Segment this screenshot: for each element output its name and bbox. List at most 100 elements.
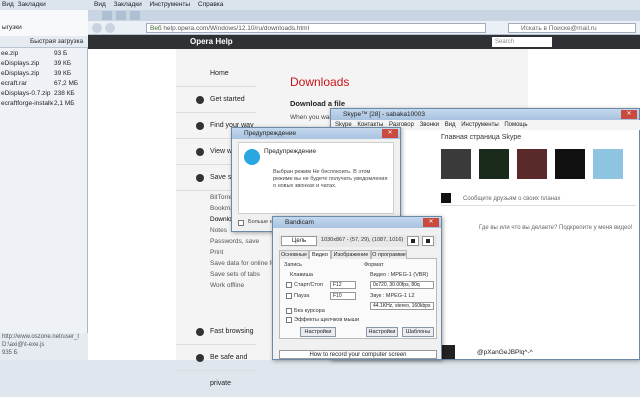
nav-bullet-icon [196,148,204,156]
status-url: http://www.oszone.net/user_t [2,334,80,340]
bandicam-titlebar[interactable]: Bandicam [273,217,441,228]
record-settings-button[interactable]: Настройки [300,327,336,337]
skype-menu-calls[interactable]: Звонки [420,122,439,128]
profile-icon [441,193,451,203]
stop-button[interactable] [422,236,434,246]
tab-general[interactable]: Основные [279,250,309,259]
skype-menu-tools[interactable]: Инструменты [461,122,498,128]
start-stop-label: Старт/Стоп [294,282,323,288]
record-button[interactable] [407,236,419,246]
address-bar: Веб help.opera.com/Windows/12.10/ru/down… [88,21,640,35]
nav-item[interactable]: Home [176,61,256,87]
contact-avatar[interactable] [555,149,585,179]
menu-view[interactable]: Вид [2,1,14,8]
file-name: ecraftforge-installer-1... [1,100,53,107]
nav-label: Home [210,70,229,77]
user-name[interactable]: @pXanGeJBPlq^-^ [477,349,533,356]
warning-body: Предупреждение Выбран режим Не беспокоит… [238,142,394,214]
pause-key[interactable]: F10 [330,292,356,300]
contact-avatar[interactable] [593,149,623,179]
mouse-effects-label: Эффекты щелчков мыши [294,317,360,323]
warning-titlebar[interactable]: Предупреждение [232,128,400,139]
nav-item[interactable]: Be safe and private [176,345,256,387]
help-header: Opera Help Search [88,35,640,49]
nav-bullet-icon [196,122,204,130]
skype-menu-help[interactable]: Помощь [504,122,527,128]
nav-label: Be safe and private [210,354,248,387]
tab-video[interactable]: Видео [309,250,331,259]
menu-tools[interactable]: Инструменты [150,1,191,8]
format-settings-button[interactable]: Настройки [366,327,398,337]
help-search-input[interactable]: Search [492,37,552,47]
url-input[interactable]: Веб help.opera.com/Windows/12.10/ru/down… [146,23,486,33]
pause-checkbox[interactable] [286,293,292,299]
downloads-tab[interactable]: ыгузки [2,24,22,31]
nav-item[interactable]: Get started [176,87,256,113]
bandicam-tabs: Основные Видео Изображение О программе [279,250,437,259]
nav-sub-item[interactable]: Print [210,249,223,256]
mouse-effects-checkbox[interactable] [286,317,292,323]
contact-avatar[interactable] [479,149,509,179]
close-icon[interactable]: ✕ [382,129,398,138]
file-name: eDisplays-0.7.zip [1,90,51,97]
column-quick-download[interactable]: Быстрая загрузка [30,36,83,48]
templates-button[interactable]: Шаблоны [402,327,434,337]
skype-titlebar[interactable]: Skype™ [28] - sabaka10003 [331,109,639,120]
divider [441,205,636,206]
file-name: ee.zip [1,50,19,57]
cursor-label: Без курсора [294,308,325,314]
user-avatar[interactable] [441,345,455,359]
file-panel: Вид Закладки ыгузки Быстрая загрузка ee.… [0,0,88,360]
menu-bookmarks[interactable]: Закладки [114,1,142,8]
format-label: Формат [364,262,384,268]
file-status: http://www.oszone.net/user_t D:\axi@\t-e… [0,333,88,360]
menu-help[interactable]: Справка [198,1,224,8]
skype-home-title: Главная страница Skype [441,134,522,141]
mood-input[interactable]: Сообщите друзьям о своих планах [463,196,560,202]
file-row[interactable]: ecraft.rar 67,2 МБ [0,79,88,88]
menu-view[interactable]: Вид [94,1,106,8]
file-row[interactable]: eDisplays.zip 39 КБ [0,69,88,78]
tab-item[interactable] [102,11,112,20]
url-text: help.opera.com/Windows/12.10/ru/download… [163,25,310,32]
target-mode-button[interactable]: Цель [281,236,317,246]
file-size: 93 Б [54,50,68,57]
contact-avatar[interactable] [441,149,471,179]
menu-bookmarks[interactable]: Закладки [18,1,46,8]
tab-item[interactable] [130,11,140,20]
nav-sub-item[interactable]: Save sets of tabs [210,271,260,278]
tab-image[interactable]: Изображение [331,250,371,259]
dont-show-checkbox[interactable] [238,220,244,226]
browser-tab-strip [88,10,640,21]
help-link[interactable]: How to record your computer screen [279,350,437,359]
tab-about[interactable]: О программе [371,250,407,259]
security-badge: Веб [150,25,162,32]
nav-sub-item[interactable]: Work offline [210,282,244,289]
close-icon[interactable]: ✕ [423,218,439,227]
video-format: Видео : MPEG-1 (VBR) [370,272,429,278]
nav-sub-item[interactable]: Passwords, save [210,238,259,245]
pause-label: Пауза [294,293,310,299]
skype-title: Skype™ [28] - sabaka10003 [343,111,426,118]
help-site-title[interactable]: Opera Help [190,37,233,46]
file-row[interactable]: ecraftforge-installer-1...2,1 МБ [0,99,88,108]
nav-item[interactable]: Fast browsing [176,319,256,345]
contact-avatar[interactable] [517,149,547,179]
tab-item[interactable] [116,11,126,20]
skype-logo-icon [244,149,260,165]
search-input[interactable]: Искать в Поиске@mail.ru [508,23,636,33]
warning-title: Предупреждение [244,130,297,137]
cursor-checkbox[interactable] [286,308,292,314]
start-stop-checkbox[interactable] [286,282,292,288]
nav-sub-item[interactable]: Notes [210,227,227,234]
section-title: Download a file [290,99,346,108]
back-icon[interactable] [92,23,102,33]
skype-menu-view[interactable]: Вид [445,122,456,128]
file-row[interactable]: eDisplays-0.7.zip 238 КБ [0,89,88,98]
close-icon[interactable]: ✕ [621,110,637,119]
file-row[interactable]: ee.zip 93 Б [0,49,88,58]
start-stop-key[interactable]: F12 [330,281,356,289]
forward-icon[interactable] [105,23,115,33]
video-settings-panel: Запись Клавиша Старт/Стоп F12 Пауза F10 … [279,259,437,339]
file-row[interactable]: eDisplays.zip 39 КБ [0,59,88,68]
